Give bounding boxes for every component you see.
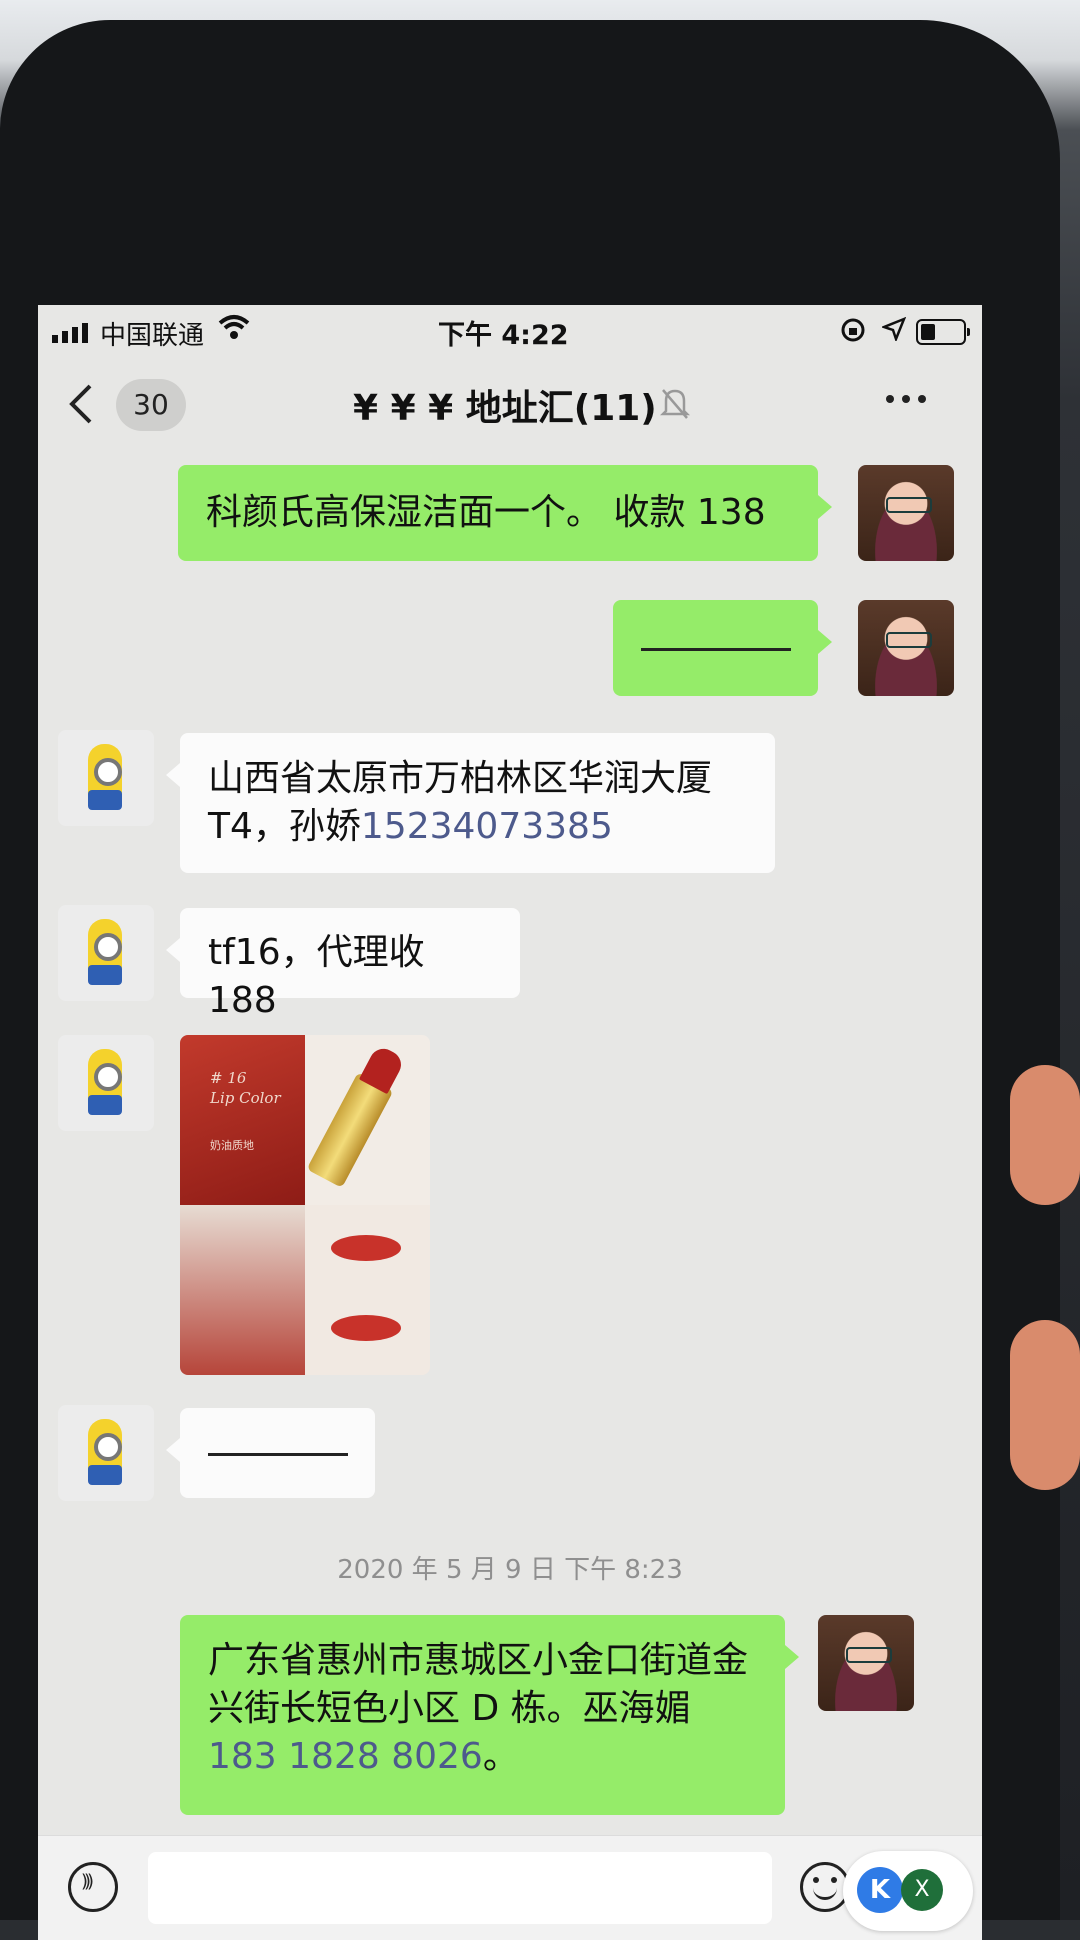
chevron-left-icon[interactable]	[68, 383, 94, 429]
photo-panel	[305, 1205, 430, 1375]
message-bubble[interactable]: 山西省太原市万柏林区华润大厦T4，孙娇15234073385	[166, 733, 775, 873]
photo-panel: # 16 Lip Color 奶油质地	[180, 1035, 305, 1205]
phone-link[interactable]: 183 1828 8026	[208, 1736, 483, 1777]
voice-icon[interactable]	[68, 1862, 118, 1912]
timestamp: 2020 年 5 月 9 日 下午 8:23	[337, 1555, 683, 1585]
avatar[interactable]	[58, 730, 154, 826]
image-text-texture: 奶油质地	[210, 1139, 254, 1152]
message-suffix: 。	[482, 1736, 519, 1777]
avatar[interactable]	[858, 600, 954, 696]
more-icon[interactable]	[886, 395, 926, 403]
k-app-icon[interactable]: K	[857, 1867, 903, 1913]
signal-icon	[52, 323, 88, 343]
chat-title: ¥ ¥ ¥ 地址汇(11)	[353, 388, 657, 429]
photo-panel	[180, 1205, 305, 1375]
phone-frame: 中国联通 下午 4:22 30 ¥ ¥ ¥ 地址汇(11) 科颜氏高保湿洁面一个…	[0, 20, 1080, 1940]
wifi-icon	[218, 313, 250, 348]
chat-screen: 中国联通 下午 4:22 30 ¥ ¥ ¥ 地址汇(11) 科颜氏高保湿洁面一个…	[38, 305, 982, 1940]
image-text-name: Lip Color	[210, 1089, 281, 1107]
status-bar: 中国联通 下午 4:22	[38, 305, 982, 355]
bell-muted-icon	[659, 387, 691, 425]
message-bubble[interactable]: ———	[166, 1408, 375, 1498]
close-icon[interactable]: X	[901, 1869, 943, 1911]
finger	[1010, 1320, 1080, 1490]
location-icon	[880, 316, 907, 348]
rotation-lock-icon	[840, 317, 866, 350]
message-bubble[interactable]: 广东省惠州市惠城区小金口街道金兴街长短色小区 D 栋。巫海媚 183 1828 8…	[180, 1615, 799, 1815]
lips-shape	[331, 1315, 401, 1341]
avatar[interactable]	[58, 1405, 154, 1501]
avatar[interactable]	[818, 1615, 914, 1711]
unread-count-badge[interactable]: 30	[116, 379, 186, 431]
avatar[interactable]	[58, 1035, 154, 1131]
chat-header: 30 ¥ ¥ ¥ 地址汇(11)	[38, 365, 982, 445]
avatar[interactable]	[58, 905, 154, 1001]
floating-widget[interactable]: K X	[843, 1851, 973, 1931]
message-input[interactable]	[148, 1852, 772, 1924]
image-text-code: # 16	[210, 1069, 247, 1087]
message-bubble[interactable]: ———	[613, 600, 832, 696]
dash-line	[208, 1452, 348, 1456]
lipstick-photo[interactable]: # 16 Lip Color 奶油质地	[180, 1035, 430, 1375]
message-text: 广东省惠州市惠城区小金口街道金兴街长短色小区 D 栋。巫海媚	[208, 1640, 749, 1729]
carrier-label: 中国联通	[100, 321, 205, 351]
finger	[1010, 1065, 1080, 1205]
lips-shape	[331, 1235, 401, 1261]
clock: 下午 4:22	[438, 320, 569, 351]
input-bar: K X	[38, 1835, 982, 1940]
dash-line	[641, 647, 791, 651]
phone-link[interactable]: 15234073385	[361, 806, 613, 847]
message-text: 科颜氏高保湿洁面一个。 收款 138	[206, 492, 766, 533]
battery-icon	[916, 319, 970, 345]
avatar[interactable]	[858, 465, 954, 561]
message-bubble[interactable]: tf16，代理收 188	[166, 908, 520, 1021]
message-text: tf16，代理收 188	[208, 932, 425, 1021]
message-bubble[interactable]: 科颜氏高保湿洁面一个。 收款 138	[178, 465, 832, 561]
